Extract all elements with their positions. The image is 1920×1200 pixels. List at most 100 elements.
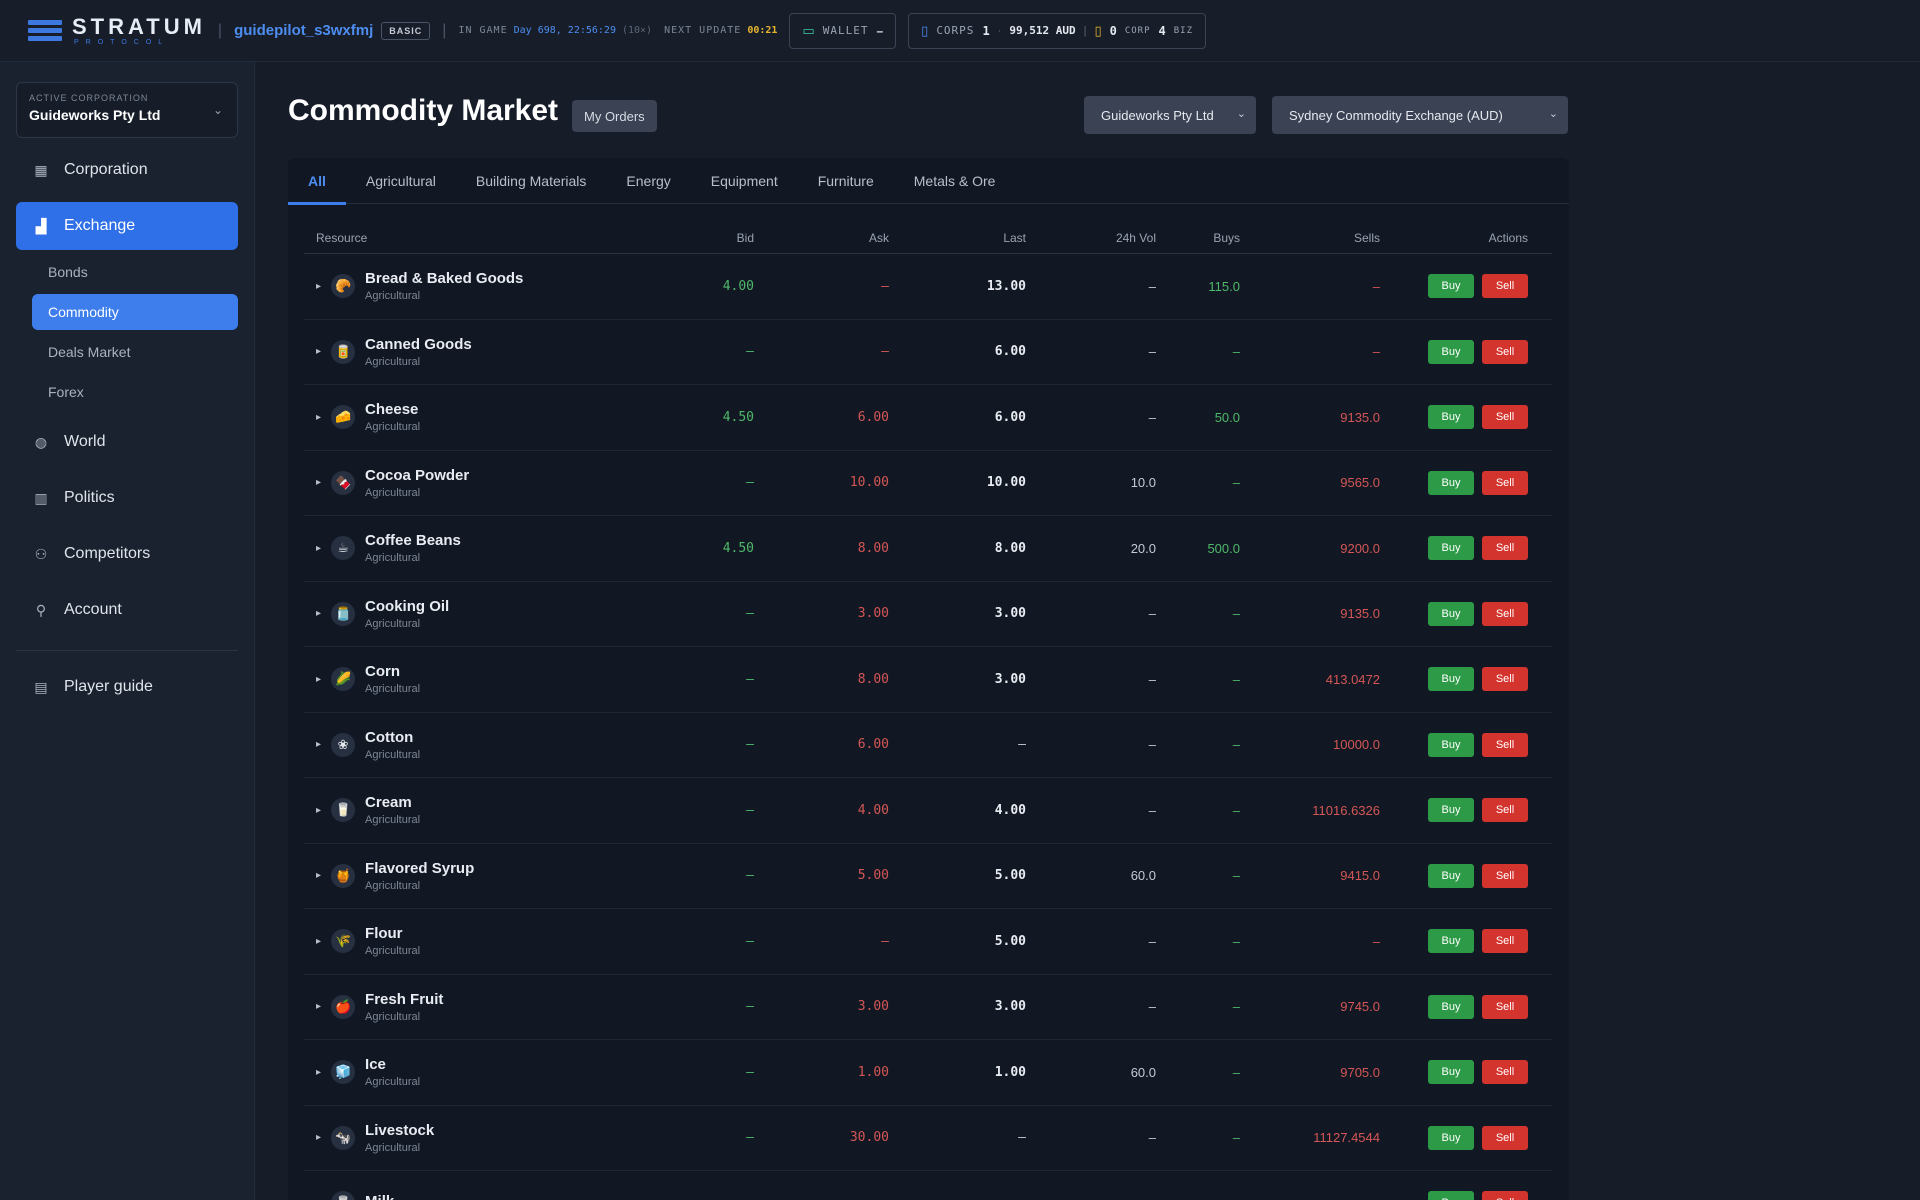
ask-value: 8.00 <box>857 540 889 556</box>
sell-button[interactable]: Sell <box>1482 405 1528 430</box>
expand-caret-icon[interactable]: ▸ <box>316 739 321 750</box>
table-row[interactable]: ▸ 🫙 Cooking Oil Agricultural – 3.00 3.00 – – 9135… <box>304 582 1552 647</box>
column-header-24h-vol[interactable]: 24h Vol <box>1026 231 1156 245</box>
corporation-select[interactable]: Guideworks Pty Ltd ⌄ <box>1084 96 1256 134</box>
vol-value: – <box>1148 802 1156 818</box>
sell-button[interactable]: Sell <box>1482 863 1528 888</box>
sidebar-item-player-guide[interactable]: ▤ Player guide <box>16 663 238 711</box>
table-row[interactable]: ▸ 🥐 Bread & Baked Goods Agricultural 4.00 – 13… <box>304 254 1552 320</box>
stratum-logo[interactable]: STRATUM PROTOCOL <box>28 11 206 51</box>
username-link[interactable]: guidepilot_s3wxfmj <box>234 22 373 39</box>
buy-button[interactable]: Buy <box>1428 470 1474 495</box>
sell-button[interactable]: Sell <box>1482 470 1528 495</box>
expand-caret-icon[interactable]: ▸ <box>316 936 321 947</box>
sidebar-subitem-commodity[interactable]: Commodity <box>32 294 238 330</box>
table-row[interactable]: ▸ 🐄 Livestock Agricultural – 30.00 – – – 11127.45… <box>304 1106 1552 1171</box>
sidebar-item-competitors[interactable]: ⚇ Competitors <box>16 530 238 578</box>
sell-button[interactable]: Sell <box>1482 732 1528 757</box>
sell-button[interactable]: Sell <box>1482 536 1528 561</box>
table-row[interactable]: ▸🥛MilkBuySell <box>304 1171 1552 1200</box>
sell-button[interactable]: Sell <box>1482 994 1528 1019</box>
my-orders-button[interactable]: My Orders <box>572 100 657 132</box>
tab-agricultural[interactable]: Agricultural <box>346 158 456 204</box>
sidebar-subitem-bonds[interactable]: Bonds <box>32 254 238 290</box>
table-row[interactable]: ▸ 🧊 Ice Agricultural –1.00 1.00 60.0–9705.0 Buy… <box>304 1040 1552 1106</box>
sidebar-item-corporation[interactable]: ▦ Corporation <box>16 146 238 194</box>
tab-energy[interactable]: Energy <box>606 158 690 204</box>
buy-button[interactable]: Buy <box>1428 863 1474 888</box>
buy-button[interactable]: Buy <box>1428 1060 1474 1085</box>
sell-button[interactable]: Sell <box>1482 929 1528 954</box>
expand-caret-icon[interactable]: ▸ <box>316 608 321 619</box>
table-row[interactable]: ▸ ☕ Coffee Beans Agricultural 4.50 8.00 8.00 20… <box>304 516 1552 582</box>
column-header-ask[interactable]: Ask <box>754 231 889 245</box>
resource-cell: ▸ 🫙 Cooking Oil Agricultural <box>304 598 644 630</box>
column-header-last[interactable]: Last <box>889 231 1026 245</box>
buy-button[interactable]: Buy <box>1428 274 1474 299</box>
expand-caret-icon[interactable]: ▸ <box>316 543 321 554</box>
table-row[interactable]: ▸ 🧀 Cheese Agricultural 4.50 6.00 6.00 – 50.0 913… <box>304 385 1552 451</box>
tab-furniture[interactable]: Furniture <box>798 158 894 204</box>
exchange-select[interactable]: Sydney Commodity Exchange (AUD) ⌄ <box>1272 96 1568 134</box>
sidebar-item-politics[interactable]: ▥ Politics <box>16 474 238 522</box>
sell-button[interactable]: Sell <box>1482 1060 1528 1085</box>
sell-button[interactable]: Sell <box>1482 667 1528 692</box>
buy-button[interactable]: Buy <box>1428 1125 1474 1150</box>
buy-button[interactable]: Buy <box>1428 994 1474 1019</box>
table-row[interactable]: ▸ 🌾 Flour Agricultural – – 5.00 – – – Buy Sell <box>304 909 1552 975</box>
expand-caret-icon[interactable]: ▸ <box>316 281 321 292</box>
vol-value: – <box>1148 606 1156 622</box>
expand-caret-icon[interactable]: ▸ <box>316 1067 321 1078</box>
expand-caret-icon[interactable]: ▸ <box>316 1001 321 1012</box>
tab-equipment[interactable]: Equipment <box>691 158 798 204</box>
resource-name: Livestock <box>365 1121 435 1139</box>
table-row[interactable]: ▸ 🍫 Cocoa Powder Agricultural – 10.00 10.00 10.… <box>304 451 1552 516</box>
sidebar-subitem-deals-market[interactable]: Deals Market <box>32 334 238 370</box>
table-row[interactable]: ▸ 🍯 Flavored Syrup Agricultural – 5.00 5.00 60.… <box>304 844 1552 909</box>
table-row[interactable]: ▸ 🥫 Canned Goods Agricultural – – 6.00 – – – Buy Se… <box>304 320 1552 385</box>
sell-button[interactable]: Sell <box>1482 601 1528 626</box>
sell-button[interactable]: Sell <box>1482 274 1528 299</box>
expand-caret-icon[interactable]: ▸ <box>316 1132 321 1143</box>
table-row[interactable]: ▸ 🍎 Fresh Fruit Agricultural – 3.00 3.00 – – 9745… <box>304 975 1552 1040</box>
column-header-resource[interactable]: Resource <box>304 231 644 245</box>
expand-caret-icon[interactable]: ▸ <box>316 805 321 816</box>
sell-button[interactable]: Sell <box>1482 1191 1528 1200</box>
logo-mark-icon <box>28 19 62 42</box>
expand-caret-icon[interactable]: ▸ <box>316 412 321 423</box>
table-row[interactable]: ▸ 🌽 Corn Agricultural –8.00 3.00– –413.0472 Buy… <box>304 647 1552 713</box>
column-header-bid[interactable]: Bid <box>644 231 754 245</box>
sidebar-item-account[interactable]: ⚲ Account <box>16 586 238 634</box>
sell-button[interactable]: Sell <box>1482 339 1528 364</box>
buy-button[interactable]: Buy <box>1428 667 1474 692</box>
column-header-buys[interactable]: Buys <box>1156 231 1240 245</box>
active-corporation-select[interactable]: ACTIVE CORPORATION Guideworks Pty Ltd ⌄ <box>16 82 238 138</box>
buy-button[interactable]: Buy <box>1428 405 1474 430</box>
bid-value: 4.50 <box>722 540 754 556</box>
corps-widget[interactable]: ▯ CORPS 1 · 99,512 AUD | ▯ 0 CORP 4 BIZ <box>908 12 1207 49</box>
column-header-sells[interactable]: Sells <box>1240 231 1380 245</box>
tab-building-materials[interactable]: Building Materials <box>456 158 607 204</box>
buy-button[interactable]: Buy <box>1428 798 1474 823</box>
tab-metals-ore[interactable]: Metals & Ore <box>894 158 1016 204</box>
sidebar-subitem-forex[interactable]: Forex <box>32 374 238 410</box>
active-corporation-name: Guideworks Pty Ltd <box>29 107 161 123</box>
expand-caret-icon[interactable]: ▸ <box>316 346 321 357</box>
wallet-widget[interactable]: ▭ WALLET – <box>789 12 897 49</box>
sell-button[interactable]: Sell <box>1482 798 1528 823</box>
sell-button[interactable]: Sell <box>1482 1125 1528 1150</box>
expand-caret-icon[interactable]: ▸ <box>316 477 321 488</box>
expand-caret-icon[interactable]: ▸ <box>316 870 321 881</box>
sidebar-item-world[interactable]: ◍ World <box>16 418 238 466</box>
buy-button[interactable]: Buy <box>1428 339 1474 364</box>
buy-button[interactable]: Buy <box>1428 536 1474 561</box>
buy-button[interactable]: Buy <box>1428 732 1474 757</box>
buy-button[interactable]: Buy <box>1428 601 1474 626</box>
table-row[interactable]: ▸ 🥛 Cream Agricultural – 4.00 4.00 – – 11016.6326… <box>304 778 1552 844</box>
tab-all[interactable]: All <box>288 158 346 205</box>
buy-button[interactable]: Buy <box>1428 1191 1474 1200</box>
sidebar-item-exchange[interactable]: ▟ Exchange <box>16 202 238 250</box>
buy-button[interactable]: Buy <box>1428 929 1474 954</box>
table-row[interactable]: ▸ ❀ Cotton Agricultural – 6.00 – – – 10000.0 Buy Se… <box>304 713 1552 778</box>
expand-caret-icon[interactable]: ▸ <box>316 674 321 685</box>
